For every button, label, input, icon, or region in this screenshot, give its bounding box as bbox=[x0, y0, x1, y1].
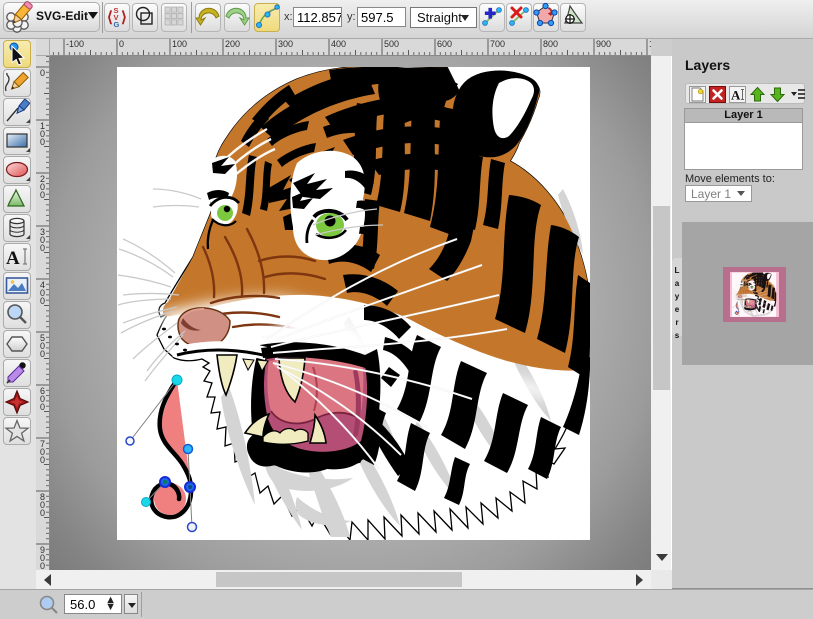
svg-text:200: 200 bbox=[225, 39, 240, 49]
svg-text:⟨: ⟨ bbox=[107, 9, 113, 26]
svg-text:600: 600 bbox=[437, 39, 452, 49]
svg-text:A: A bbox=[6, 248, 20, 269]
svg-text:400: 400 bbox=[331, 39, 346, 49]
svg-text:G: G bbox=[114, 20, 120, 29]
svg-text:0: 0 bbox=[40, 561, 45, 570]
svg-text:0: 0 bbox=[40, 508, 45, 518]
svg-text:0: 0 bbox=[40, 68, 45, 78]
svg-text:100: 100 bbox=[172, 39, 187, 49]
svg-text:1000: 1000 bbox=[649, 39, 651, 49]
svg-text:900: 900 bbox=[596, 39, 611, 49]
svg-text:0: 0 bbox=[40, 349, 45, 359]
svg-text:800: 800 bbox=[543, 39, 558, 49]
svg-text:300: 300 bbox=[278, 39, 293, 49]
svg-text:⟩: ⟩ bbox=[121, 9, 127, 26]
svg-text:0: 0 bbox=[40, 190, 45, 200]
svg-text:0: 0 bbox=[40, 137, 45, 147]
svg-text:A: A bbox=[731, 88, 741, 103]
svg-text:-100: -100 bbox=[66, 39, 84, 49]
svg-text:0: 0 bbox=[40, 455, 45, 465]
svg-text:0: 0 bbox=[40, 296, 45, 306]
svg-text:0: 0 bbox=[40, 243, 45, 253]
svg-text:0: 0 bbox=[40, 402, 45, 412]
svg-text:0: 0 bbox=[119, 39, 124, 49]
svg-text:700: 700 bbox=[490, 39, 505, 49]
svg-text:500: 500 bbox=[384, 39, 399, 49]
